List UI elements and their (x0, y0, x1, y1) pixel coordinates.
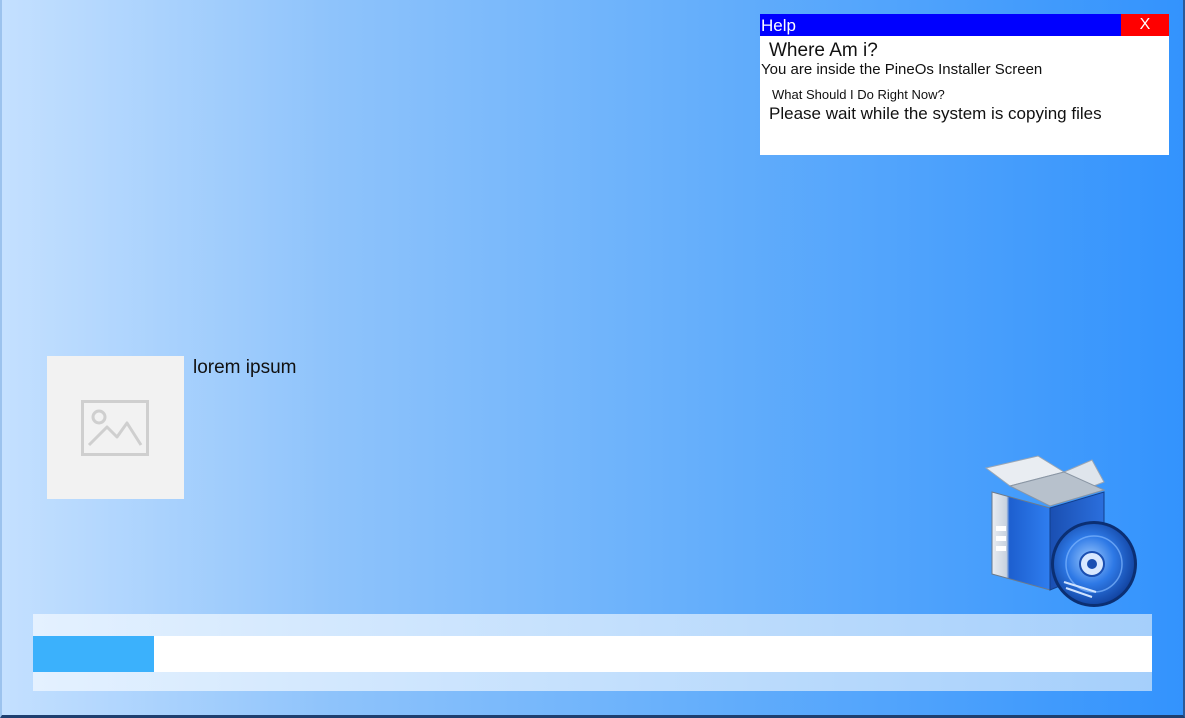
help-text-instruction: Please wait while the system is copying … (769, 104, 1102, 123)
slide-image (47, 356, 184, 499)
software-box-with-disc-icon (984, 455, 1137, 607)
slide-caption: lorem ipsum (193, 357, 297, 378)
progress-bar (33, 614, 1152, 691)
progress-fill (33, 636, 154, 672)
help-close-button[interactable]: X (1121, 14, 1169, 36)
image-placeholder-icon (81, 400, 149, 456)
help-titlebar: Help X (760, 14, 1169, 36)
help-title: Help (761, 16, 796, 35)
help-window: Help X Where Am i? You are inside the Pi… (760, 14, 1169, 155)
help-heading-where: Where Am i? (769, 40, 878, 61)
help-text-location: You are inside the PineOs Installer Scre… (761, 61, 1043, 78)
progress-track (33, 636, 1152, 672)
help-heading-what: What Should I Do Right Now? (772, 87, 945, 102)
installer-screen: Help X Where Am i? You are inside the Pi… (0, 0, 1185, 718)
